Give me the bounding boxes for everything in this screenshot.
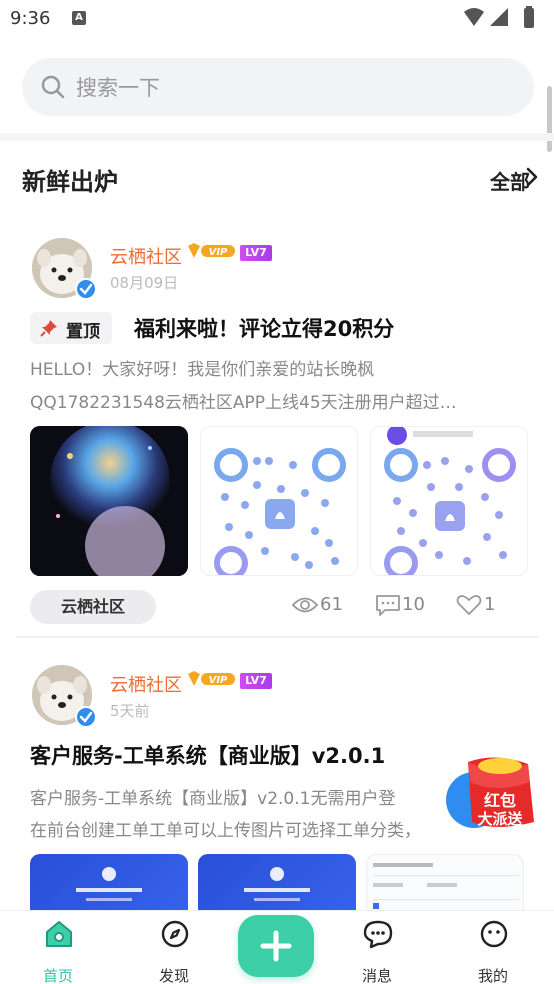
eye-icon: [292, 597, 318, 613]
post-date: 5天前: [110, 702, 150, 720]
view-count: 61: [320, 594, 343, 615]
level-badge: LV7: [240, 245, 272, 261]
level-badge: LV7: [240, 673, 272, 689]
pinned-label: 置顶: [66, 322, 100, 342]
author-name[interactable]: 云栖社区: [110, 671, 182, 697]
chat-icon: [363, 920, 393, 949]
heart-icon[interactable]: [456, 594, 482, 616]
post-image-grid: [30, 426, 530, 576]
pin-icon: [40, 320, 57, 337]
tab-label: 首页: [42, 967, 73, 984]
post-image-grid: [30, 854, 530, 910]
status-time: 9:36: [10, 8, 51, 29]
section-title: 新鲜出炉: [22, 168, 118, 196]
post-image-screenshot[interactable]: [366, 854, 524, 910]
verified-badge-icon: [75, 278, 97, 300]
post-title[interactable]: 客户服务-工单系统【商业版】v2.0.1: [30, 740, 385, 770]
post-excerpt-line: 客户服务-工单系统【商业版】v2.0.1无需用户登: [30, 789, 396, 809]
tab-home[interactable]: 首页: [18, 917, 98, 984]
post-image-qrcode[interactable]: [200, 426, 358, 576]
tab-label: 我的: [477, 967, 508, 984]
post-image-screenshot[interactable]: [30, 854, 188, 910]
red-packet-line2: 大派送: [477, 810, 523, 828]
red-packet-float-button[interactable]: 红包 大派送: [446, 752, 536, 844]
comment-icon[interactable]: [375, 594, 401, 616]
scrollbar[interactable]: [547, 86, 552, 152]
tab-label: 发现: [158, 967, 189, 984]
tab-messages[interactable]: 消息: [337, 917, 417, 984]
plus-icon: [260, 930, 292, 962]
section-header: 新鲜出炉 全部: [22, 160, 538, 200]
signal-battery-icon: [464, 6, 534, 28]
tab-discover[interactable]: 发现: [134, 917, 214, 984]
tab-profile[interactable]: 我的: [453, 917, 533, 984]
vip-badge-icon: VIP: [188, 243, 235, 258]
pinned-badge: 置顶: [30, 312, 112, 344]
post-divider: [16, 636, 538, 638]
home-icon: [46, 921, 72, 947]
tab-label: 消息: [361, 967, 392, 984]
verified-badge-icon: [75, 706, 97, 728]
author-name[interactable]: 云栖社区: [110, 243, 182, 269]
status-bar: 9:36 A: [0, 0, 554, 40]
post-excerpt-line: 在前台创建工单工单可以上传图片可选择工单分类，: [30, 821, 421, 841]
chevron-right-icon[interactable]: [524, 166, 540, 188]
search-icon: [41, 75, 65, 99]
compass-icon: [161, 920, 189, 948]
svg-text:VIP: VIP: [209, 247, 228, 258]
post-excerpt-line: HELLO！大家好呀！我是你们亲爱的站长晚枫: [30, 360, 375, 380]
post-title[interactable]: 福利来啦！评论立得20积分: [134, 313, 394, 343]
create-post-button[interactable]: [238, 915, 314, 977]
section-divider: [0, 133, 554, 141]
search-bar[interactable]: 搜索一下: [22, 58, 534, 116]
post-excerpt-line: QQ1782231548云栖社区APP上线45天注册用户超过…: [30, 393, 457, 413]
post-image-qrcode[interactable]: [370, 426, 528, 576]
profile-icon: [480, 920, 508, 948]
red-packet-line1: 红包: [484, 791, 516, 810]
post-tag[interactable]: 云栖社区: [30, 590, 156, 624]
search-placeholder: 搜索一下: [76, 76, 160, 100]
post-image-screenshot[interactable]: [198, 854, 356, 910]
vip-badge-icon: VIP: [188, 671, 235, 686]
notification-app-icon: A: [72, 11, 86, 25]
like-count: 1: [484, 594, 496, 615]
comment-count: 10: [402, 594, 425, 615]
post-date: 08月09日: [110, 274, 179, 292]
svg-text:VIP: VIP: [209, 675, 228, 686]
post-image-artwork[interactable]: [30, 426, 188, 576]
